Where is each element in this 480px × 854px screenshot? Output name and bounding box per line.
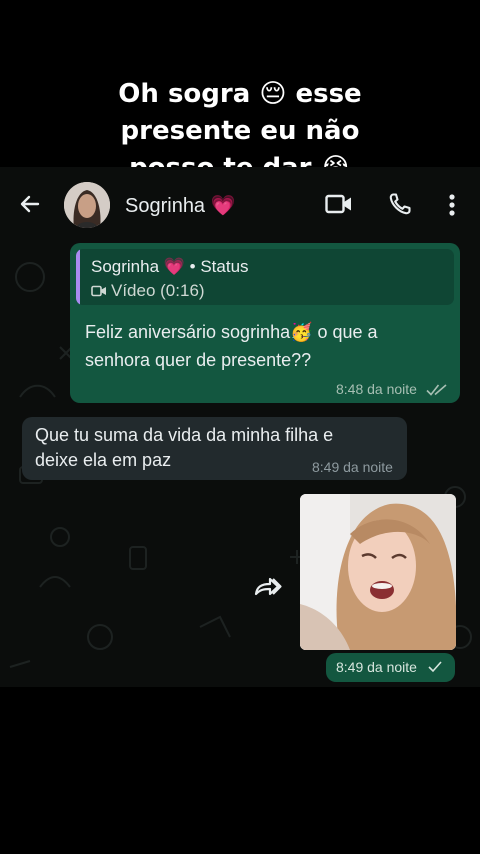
image-message[interactable] xyxy=(300,494,456,650)
video-call-icon[interactable] xyxy=(325,193,353,215)
message-text-line: Feliz aniversário sogrinha🥳 o que a xyxy=(85,322,378,342)
back-arrow-icon[interactable] xyxy=(18,192,42,216)
more-options-icon[interactable] xyxy=(447,193,457,217)
avatar-photo xyxy=(64,182,110,228)
message-text-line: senhora quer de presente?? xyxy=(85,350,312,370)
forward-icon[interactable] xyxy=(250,570,284,604)
quote-media-label: Vídeo (0:16) xyxy=(91,281,205,301)
quote-author: Sogrinha 💗 • Status xyxy=(91,257,249,276)
double-check-read-icon xyxy=(426,384,447,396)
video-icon xyxy=(91,285,106,297)
avatar[interactable] xyxy=(64,182,110,228)
phone-call-icon[interactable] xyxy=(388,192,412,216)
message-text-line: deixe ela em paz xyxy=(35,450,172,470)
single-check-sent-icon xyxy=(428,661,442,673)
crying-woman-image xyxy=(300,494,456,650)
quote-accent-bar xyxy=(76,249,80,305)
caption-line-2: presente eu não xyxy=(120,116,360,146)
quote-media-text: Vídeo (0:16) xyxy=(111,281,205,300)
quoted-status[interactable]: Sogrinha 💗 • Status Vídeo (0:16) xyxy=(76,249,454,305)
caption-line-1: Oh sogra 😔 esse xyxy=(118,79,362,109)
message-time: 8:49 da noite xyxy=(336,659,417,675)
message-time: 8:49 da noite xyxy=(312,459,393,475)
contact-name[interactable]: Sogrinha 💗 xyxy=(125,193,236,218)
message-time: 8:48 da noite xyxy=(336,381,417,397)
